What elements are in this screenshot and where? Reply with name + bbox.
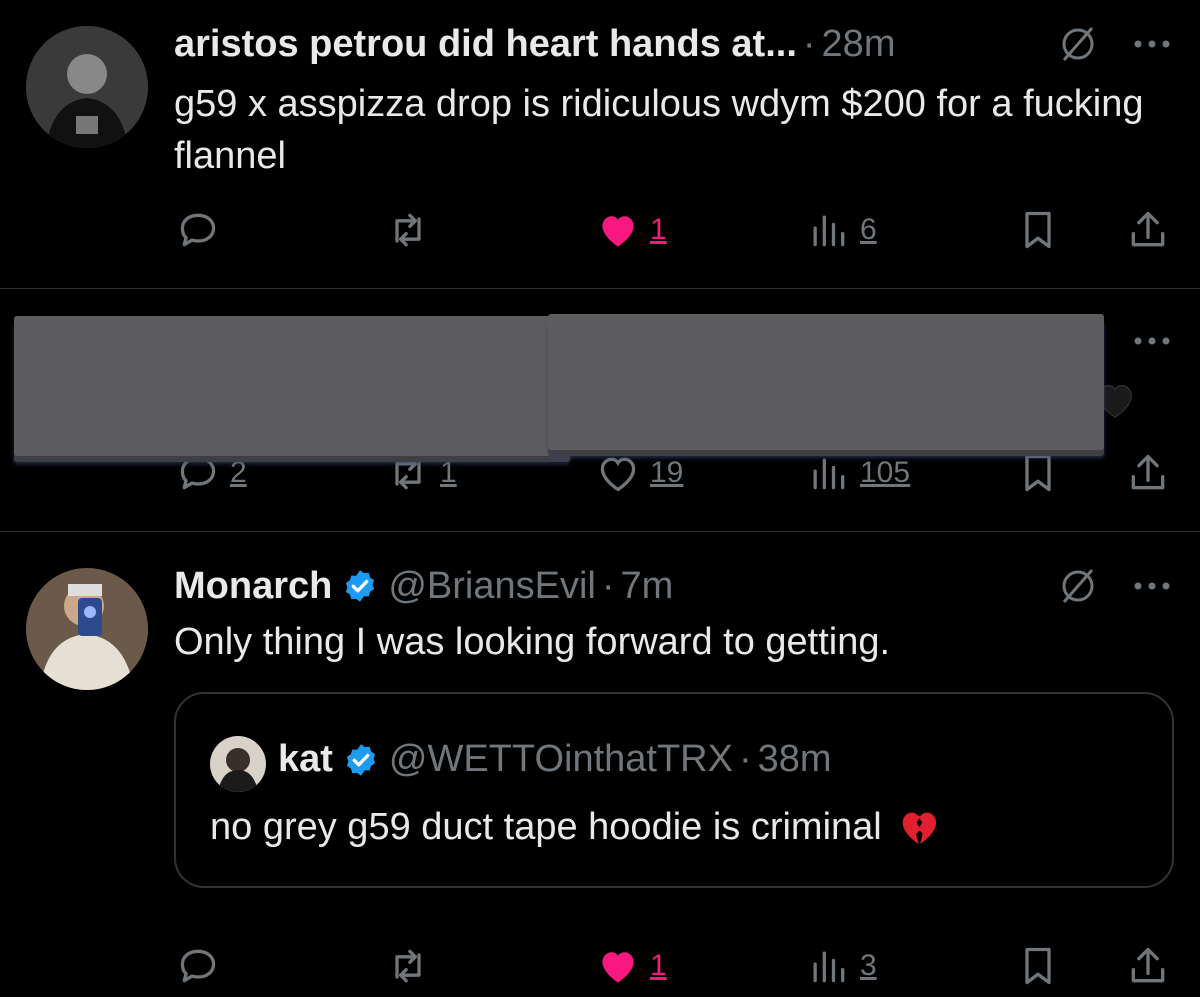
bookmark-icon [1025,947,1051,985]
timestamp[interactable]: 28m [822,23,896,66]
like-icon [600,457,636,492]
grok-icon[interactable] [1058,566,1098,606]
quote-avatar[interactable] [210,736,266,792]
separator: · [738,738,752,780]
more-icon[interactable] [1132,331,1172,351]
bookmark-button[interactable] [1016,206,1060,254]
share-icon [1131,454,1165,490]
tweet-1[interactable]: aristos petrou did heart hands at... · 2… [0,0,1200,288]
like-button[interactable]: 1 [596,942,667,990]
reply-icon [180,213,216,247]
avatar[interactable] [26,26,148,148]
tweet-text: g59 x asspizza drop is ridiculous wdym $… [174,83,1144,177]
broken-heart-emoji [896,804,942,850]
like-icon [602,216,634,247]
quoted-tweet[interactable]: kat @WETTOinthatTRX · 38m no grey g59 du… [174,692,1174,888]
repost-button[interactable] [386,206,430,254]
display-name[interactable]: Monarch [174,565,332,608]
reply-icon [180,456,216,490]
quote-handle[interactable]: @WETTOinthatTRX [389,738,733,781]
repost-count[interactable]: 1 [440,456,457,490]
timestamp[interactable]: 7m [621,565,674,608]
like-icon [602,952,634,983]
redaction-block-left [14,316,570,456]
share-icon [1131,211,1165,247]
avatar[interactable] [26,568,148,690]
views-count[interactable]: 105 [860,456,910,490]
quote-display-name[interactable]: kat [278,738,333,781]
tweet-2[interactable]: 2 1 19 105 [0,289,1200,531]
views-icon [813,215,845,247]
separator: · [601,564,615,607]
quote-text: no grey g59 duct tape hoodie is criminal [210,805,882,848]
repost-button[interactable]: 1 [386,449,457,497]
quote-timestamp[interactable]: 38m [758,738,832,781]
views-count[interactable]: 3 [860,949,877,983]
grok-icon[interactable] [1058,24,1098,64]
repost-icon [395,456,421,490]
repost-icon [395,213,421,247]
like-count[interactable]: 19 [650,456,683,490]
views-icon [813,458,845,490]
views-icon [813,951,845,983]
handle[interactable]: @BriansEvil [388,565,596,608]
separator: · [802,22,816,65]
views-button[interactable]: 3 [806,942,877,990]
repost-icon [395,949,421,983]
bookmark-icon [1025,211,1051,249]
verified-badge-icon [343,742,379,778]
redaction-block-right [548,314,1104,450]
bookmark-button[interactable] [1016,942,1060,990]
bookmark-button[interactable] [1016,449,1060,497]
bookmark-icon [1025,454,1051,492]
reply-button[interactable] [176,942,220,990]
reply-count[interactable]: 2 [230,456,247,490]
more-icon[interactable] [1132,576,1172,596]
more-icon[interactable] [1132,34,1172,54]
views-button[interactable]: 105 [806,449,910,497]
reply-button[interactable]: 2 [176,449,247,497]
repost-button[interactable] [386,942,430,990]
verified-badge-icon [342,568,378,604]
reply-icon [180,949,216,983]
tweet-text: Only thing I was looking forward to gett… [174,621,891,663]
display-name[interactable]: aristos petrou did heart hands at... [174,23,797,66]
share-button[interactable] [1126,942,1170,990]
like-count[interactable]: 1 [650,213,667,247]
reply-button[interactable] [176,206,220,254]
views-button[interactable]: 6 [806,206,877,254]
views-count[interactable]: 6 [860,213,877,247]
like-button[interactable]: 19 [596,449,683,497]
share-button[interactable] [1126,449,1170,497]
like-count[interactable]: 1 [650,949,667,983]
share-icon [1131,947,1165,983]
share-button[interactable] [1126,206,1170,254]
like-button[interactable]: 1 [596,206,667,254]
